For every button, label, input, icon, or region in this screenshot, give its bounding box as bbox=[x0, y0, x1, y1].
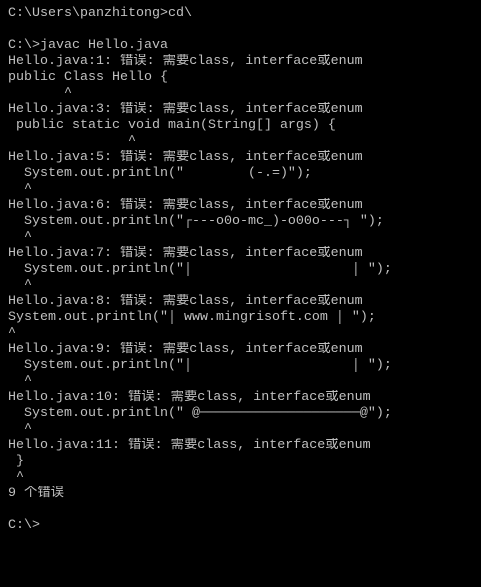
error-caret: ^ bbox=[8, 422, 32, 437]
error-message: Hello.java:3: 错误: 需要class, interface或enu… bbox=[8, 102, 363, 117]
compile-error: Hello.java:10: 错误: 需要class, interface或en… bbox=[8, 390, 481, 438]
error-caret: ^ bbox=[8, 134, 136, 149]
compile-error: Hello.java:8: 错误: 需要class, interface或enu… bbox=[8, 294, 481, 342]
error-message: Hello.java:1: 错误: 需要class, interface或enu… bbox=[8, 54, 363, 69]
error-source-line: System.out.println("│ │ "); bbox=[8, 358, 392, 373]
compile-error: Hello.java:3: 错误: 需要class, interface或enu… bbox=[8, 102, 481, 150]
javac-command-line: C:\>javac Hello.java bbox=[8, 38, 168, 53]
compile-error: Hello.java:1: 错误: 需要class, interface或enu… bbox=[8, 54, 481, 102]
error-caret: ^ bbox=[8, 326, 16, 341]
error-message: Hello.java:8: 错误: 需要class, interface或enu… bbox=[8, 294, 363, 309]
console-window[interactable]: C:\Users\panzhitong>cd\ C:\>javac Hello.… bbox=[0, 0, 481, 587]
error-caret: ^ bbox=[8, 230, 32, 245]
error-count-summary: 9 个错误 bbox=[8, 486, 64, 501]
error-caret: ^ bbox=[8, 374, 32, 389]
previous-prompt-line: C:\Users\panzhitong>cd\ bbox=[8, 6, 192, 21]
active-command-prompt[interactable]: C:\> bbox=[8, 518, 481, 534]
error-message: Hello.java:10: 错误: 需要class, interface或en… bbox=[8, 390, 371, 405]
error-caret: ^ bbox=[8, 278, 32, 293]
error-caret: ^ bbox=[8, 86, 72, 101]
error-message: Hello.java:7: 错误: 需要class, interface或enu… bbox=[8, 246, 363, 261]
error-source-line: } bbox=[8, 454, 24, 469]
compile-error: Hello.java:5: 错误: 需要class, interface或enu… bbox=[8, 150, 481, 198]
error-source-line: System.out.println(" (-.=)"); bbox=[8, 166, 312, 181]
error-message: Hello.java:11: 错误: 需要class, interface或en… bbox=[8, 438, 371, 453]
error-source-line: System.out.println("│ │ "); bbox=[8, 262, 392, 277]
error-source-line: System.out.println("│ www.mingrisoft.com… bbox=[8, 310, 376, 325]
compile-error: Hello.java:7: 错误: 需要class, interface或enu… bbox=[8, 246, 481, 294]
error-source-line: public static void main(String[] args) { bbox=[8, 118, 336, 133]
error-message: Hello.java:9: 错误: 需要class, interface或enu… bbox=[8, 342, 363, 357]
error-source-line: System.out.println(" @──────────────────… bbox=[8, 406, 392, 421]
error-caret: ^ bbox=[8, 182, 32, 197]
error-source-line: System.out.println("┌---o0o-mc_)-o00o---… bbox=[8, 214, 384, 229]
error-caret: ^ bbox=[8, 470, 24, 485]
error-source-line: public Class Hello { bbox=[8, 70, 168, 85]
compile-error: Hello.java:11: 错误: 需要class, interface或en… bbox=[8, 438, 481, 486]
error-message: Hello.java:6: 错误: 需要class, interface或enu… bbox=[8, 198, 363, 213]
compile-error: Hello.java:9: 错误: 需要class, interface或enu… bbox=[8, 342, 481, 390]
compile-error: Hello.java:6: 错误: 需要class, interface或enu… bbox=[8, 198, 481, 246]
error-message: Hello.java:5: 错误: 需要class, interface或enu… bbox=[8, 150, 363, 165]
